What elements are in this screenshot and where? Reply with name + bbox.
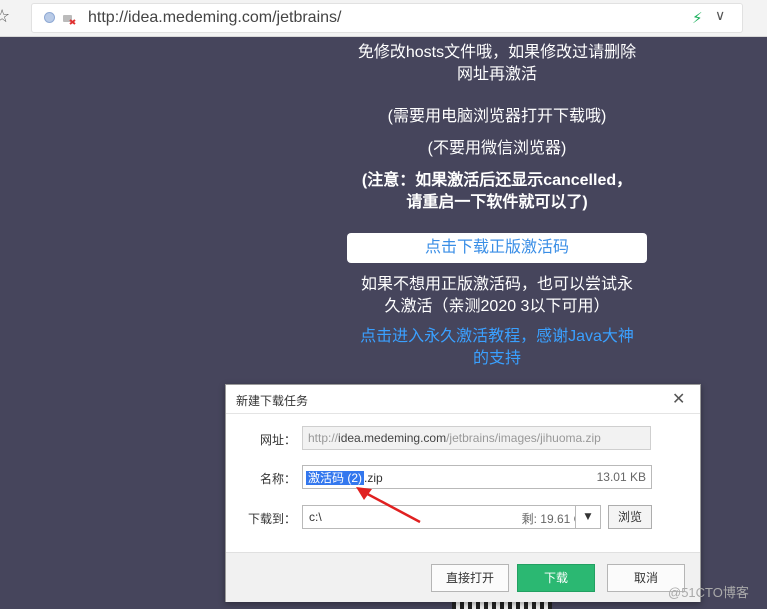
dialog-title: 新建下载任务	[236, 394, 309, 408]
url-label: 网址：	[259, 433, 296, 447]
warning-line: 请重启一下软件就可以了)	[406, 194, 588, 211]
download-activation-code-button[interactable]: 点击下载正版激活码	[347, 233, 647, 263]
file-size: 13.01 KB	[596, 470, 646, 484]
url-field[interactable]: http://idea.medeming.com/jetbrains/image…	[302, 426, 651, 450]
bolt-icon[interactable]: ⚡	[692, 9, 703, 27]
directory-dropdown-button[interactable]: ▼	[575, 505, 601, 529]
download-button[interactable]: 下载	[517, 564, 595, 592]
close-icon[interactable]: ✕	[672, 389, 685, 408]
tutorial-link[interactable]: 的支持	[340, 348, 654, 370]
browser-toolbar: ☆ http://idea.medeming.com/jetbrains/ ⚡ …	[0, 0, 767, 37]
alt-line: 久激活（亲测2020 3以下可用）	[384, 298, 610, 315]
note-line: (需要用电脑浏览器打开下载哦)	[387, 108, 607, 125]
alt-section: 如果不想用正版激活码，也可以尝试永 久激活（亲测2020 3以下可用） 点击进入…	[340, 274, 654, 370]
site-info-icon[interactable]	[44, 12, 55, 23]
warning-line: (注意：如果激活后还显示cancelled，	[361, 172, 633, 189]
directory-label: 下载到：	[247, 512, 296, 526]
chevron-down-icon[interactable]: ∨	[715, 8, 725, 24]
note-line: 网址再激活	[456, 66, 537, 83]
bookmark-star-icon[interactable]: ☆	[0, 6, 10, 27]
url-domain: idea.medeming.com	[338, 431, 447, 445]
alt-line: 如果不想用正版激活码，也可以尝试永	[360, 276, 633, 293]
open-directly-button[interactable]: 直接打开	[431, 564, 509, 592]
camera-blocked-icon[interactable]	[62, 11, 76, 25]
page-content: 免修改hosts文件哦，如果修改过请删除 网址再激活 (需要用电脑浏览器打开下载…	[340, 42, 654, 214]
note-line: 免修改hosts文件哦，如果修改过请删除	[357, 44, 637, 61]
note-line: (不要用微信浏览器)	[427, 140, 567, 157]
name-label: 名称：	[259, 472, 296, 486]
new-download-dialog: 新建下载任务 ✕ 网址： http://idea.medeming.com/je…	[225, 384, 701, 602]
url-path: /jetbrains/images/jihuoma.zip	[446, 431, 601, 445]
browse-button[interactable]: 浏览	[608, 505, 652, 529]
url-text[interactable]: http://idea.medeming.com/jetbrains/	[88, 9, 341, 27]
red-arrow-annotation	[356, 487, 421, 524]
url-prefix: http://	[308, 431, 339, 445]
tutorial-link[interactable]: 点击进入永久激活教程，感谢Java大神	[340, 326, 654, 348]
divider	[226, 413, 700, 414]
directory-value: c:\	[309, 510, 322, 524]
directory-field[interactable]: c:\ 剩: 19.61 GB	[302, 505, 600, 529]
dialog-footer: 直接打开 下载 取消	[226, 552, 700, 602]
watermark: @51CTO博客	[668, 585, 749, 600]
address-bar[interactable]: http://idea.medeming.com/jetbrains/ ⚡ ∨	[31, 3, 743, 33]
